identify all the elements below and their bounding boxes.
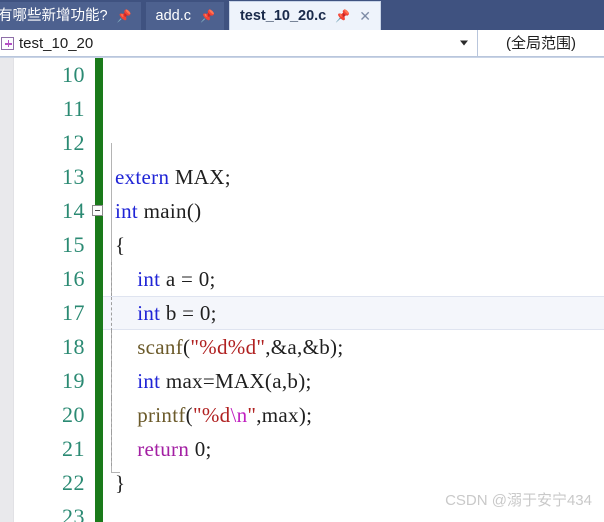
line-number: 10 <box>62 62 85 87</box>
code-line[interactable]: int max=MAX(a,b); <box>103 364 604 398</box>
line-number: 22 <box>62 470 85 495</box>
line-number: 16 <box>62 266 85 291</box>
close-icon[interactable]: ✕ <box>359 9 371 23</box>
code-line[interactable]: extern MAX; <box>103 160 604 194</box>
keyword-int: int <box>137 301 161 325</box>
function-main: main() <box>138 199 202 223</box>
line-number-gutter: 10 11 12 13 14 15 16 17 18 19 20 21 22 2… <box>15 58 89 522</box>
brace-close: } <box>115 471 126 495</box>
line-number: 20 <box>62 402 85 427</box>
indent-guide <box>111 398 112 432</box>
line-number: 21 <box>62 436 85 461</box>
code-line[interactable]: printf("%d\n",max); <box>103 398 604 432</box>
code-line[interactable]: } <box>103 466 604 500</box>
chevron-down-icon[interactable] <box>460 40 468 46</box>
indent-guide <box>111 262 112 296</box>
line-number: 18 <box>62 334 85 359</box>
line-number: 13 <box>62 164 85 189</box>
keyword-return: return <box>137 437 190 461</box>
line-number: 12 <box>62 130 85 155</box>
identifier-max: MAX; <box>169 165 231 189</box>
breakpoint-margin[interactable] <box>0 58 14 522</box>
project-scope-value: test_10_20 <box>19 34 94 52</box>
declaration-a: a = 0; <box>160 267 216 291</box>
code-line-current[interactable]: int b = 0; <box>103 296 604 331</box>
line-number: 17 <box>62 300 85 325</box>
pin-icon[interactable]: 📌 <box>117 10 132 22</box>
keyword-int: int <box>115 199 139 223</box>
tab-whats-new[interactable]: 有哪些新增功能? 📌 <box>0 2 141 30</box>
code-line-list: extern MAX; int main() { int a = 0; int … <box>92 58 604 522</box>
tab-test-10-20-c[interactable]: test_10_20.c 📌 ✕ <box>228 1 381 30</box>
member-scope-value: (全局范围) <box>506 34 576 52</box>
return-value: 0; <box>189 437 212 461</box>
code-line[interactable]: scanf("%d%d",&a,&b); <box>103 330 604 364</box>
code-line[interactable]: { <box>103 228 604 262</box>
member-scope-dropdown[interactable]: (全局范围) <box>478 30 604 57</box>
editor-tab-strip: 有哪些新增功能? 📌 add.c 📌 test_10_20.c 📌 ✕ <box>0 0 604 30</box>
pin-icon[interactable]: 📌 <box>335 10 350 22</box>
string-literal-end: " <box>247 403 257 427</box>
printf-arguments: ,max); <box>256 403 313 427</box>
tab-label: add.c <box>155 7 192 24</box>
line-number: 14 <box>62 198 85 223</box>
tab-label: 有哪些新增功能? <box>0 7 108 24</box>
string-literal: "%d%d" <box>190 335 266 359</box>
function-scanf: scanf <box>137 335 184 359</box>
project-scope-dropdown[interactable]: test_10_20 <box>0 30 478 57</box>
string-literal-start: "%d <box>192 403 231 427</box>
code-editor[interactable]: 10 11 12 13 14 15 16 17 18 19 20 21 22 2… <box>0 58 604 522</box>
indent-guide <box>111 364 112 398</box>
code-line[interactable]: int a = 0; <box>103 262 604 296</box>
indent-guide <box>111 432 112 466</box>
code-line[interactable] <box>103 92 604 126</box>
pin-icon[interactable]: 📌 <box>200 10 215 22</box>
brace-open: { <box>115 233 126 257</box>
line-number: 23 <box>62 504 85 522</box>
navigation-bar: test_10_20 (全局范围) <box>0 30 604 58</box>
code-line[interactable]: return 0; <box>103 432 604 466</box>
line-number: 11 <box>62 96 85 121</box>
max-assignment: max=MAX(a,b); <box>160 369 312 393</box>
keyword-extern: extern <box>115 165 170 189</box>
scanf-arguments: ,&a,&b); <box>265 335 344 359</box>
document-icon <box>1 36 14 50</box>
tab-add-c[interactable]: add.c 📌 <box>145 2 224 30</box>
paren-open: ( <box>185 403 193 427</box>
collapse-icon[interactable] <box>92 205 103 216</box>
code-line[interactable] <box>103 500 604 522</box>
code-line[interactable] <box>103 126 604 160</box>
tab-label: test_10_20.c <box>239 7 327 24</box>
code-line[interactable]: int main() <box>92 194 604 228</box>
visual-studio-editor-window: 有哪些新增功能? 📌 add.c 📌 test_10_20.c 📌 ✕ test… <box>0 0 604 522</box>
line-number: 15 <box>62 232 85 257</box>
indent-guide <box>111 330 112 364</box>
code-text-area[interactable]: extern MAX; int main() { int a = 0; int … <box>92 58 604 522</box>
line-number-list: 10 11 12 13 14 15 16 17 18 19 20 21 22 2… <box>15 58 89 522</box>
change-indicator-bar <box>95 58 103 522</box>
keyword-int: int <box>137 267 161 291</box>
function-printf: printf <box>137 403 186 427</box>
indent-guide <box>111 297 112 331</box>
keyword-int: int <box>137 369 161 393</box>
line-number: 19 <box>62 368 85 393</box>
code-line[interactable] <box>103 58 604 92</box>
escape-sequence: \n <box>230 403 248 427</box>
declaration-b: b = 0; <box>160 301 217 325</box>
